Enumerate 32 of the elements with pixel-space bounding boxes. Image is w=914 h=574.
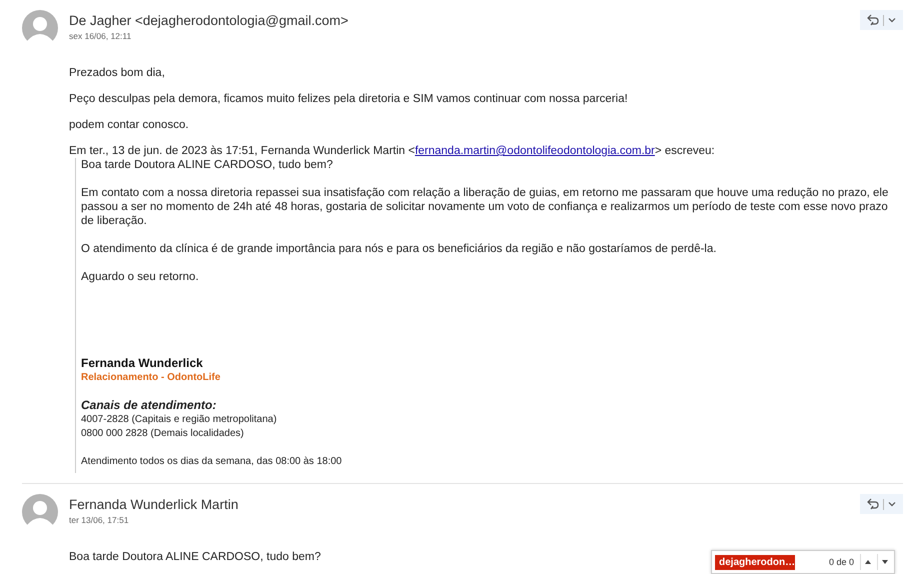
- find-field[interactable]: dejagherodon…: [715, 554, 795, 570]
- up-arrow-icon: [864, 560, 870, 564]
- message-paragraph: Boa tarde Doutora ALINE CARDOSO, tudo bem?: [69, 550, 321, 564]
- quoted-paragraph: Boa tarde Doutora ALINE CARDOSO, tudo bem?: [81, 158, 334, 172]
- email-link[interactable]: fernanda.martin@odontolifeodontologia.com.br: [414, 145, 655, 157]
- message-paragraph: podem contar conosco.: [69, 118, 189, 132]
- reply-icon: [866, 497, 880, 511]
- service-hours: Atendimento todos os dias da semana, das 08:00 às 18:00: [81, 455, 342, 469]
- channels-title: Canais de atendimento:: [81, 398, 216, 413]
- chevron-down-icon: [887, 15, 897, 25]
- signature-name: Fernanda Wunderlick: [81, 356, 203, 371]
- reply-icon: [866, 13, 880, 27]
- message-date: ter 13/06, 17:51: [69, 514, 130, 526]
- quoted-paragraph: Em contato com a nossa diretoria repassei sua insatisfação com relação a liberação de guias, em retorno me passaram que houve uma redução no prazo, ele passou a ser no momento de 24h até 48 horas, gostaria de solicitar novamente um voto de confiança e realizarmos um período de teste com esse novo prazo de liberação.: [81, 186, 890, 228]
- sender-name: Fernanda Wunderlick Martin: [69, 497, 240, 513]
- next-match-button[interactable]: [877, 554, 891, 570]
- sender-name: De Jagher <dejagherodontologia@gmail.com>: [69, 13, 350, 29]
- quoted-paragraph: O atendimento da clínica é de grande importância para nós e para os beneficiários da região e não gostaríamos de perdê-la.: [81, 242, 718, 256]
- phone-line: 0800 000 2828 (Demais localidades): [81, 427, 244, 441]
- signature-role: Relacionamento - OdontoLife: [81, 371, 220, 384]
- down-arrow-icon: [882, 560, 888, 564]
- previous-match-button[interactable]: [860, 554, 874, 570]
- quoted-paragraph: Aguardo o seu retorno.: [81, 270, 200, 284]
- message-date: sex 16/06, 12:11: [69, 30, 132, 42]
- avatar-icon: [22, 10, 58, 46]
- chevron-down-icon: [887, 499, 897, 509]
- message-paragraph: Peço desculpas pela demora, ficamos muito felizes pela diretoria e SIM vamos continuar com nossa parceria!: [69, 92, 628, 106]
- message-paragraph: Prezados bom dia,: [69, 66, 165, 80]
- avatar-icon: [22, 494, 58, 530]
- phone-line: 4007-2828 (Capitais e região metropolitana): [81, 413, 277, 427]
- quote-header: Em ter., 13 de jun. de 2023 às 17:51, Fernanda Wunderlick Martin <fernanda.martin@odontolifeodontologia.com.br> escreveu:: [69, 144, 715, 158]
- match-count: 0 de 0: [828, 557, 855, 567]
